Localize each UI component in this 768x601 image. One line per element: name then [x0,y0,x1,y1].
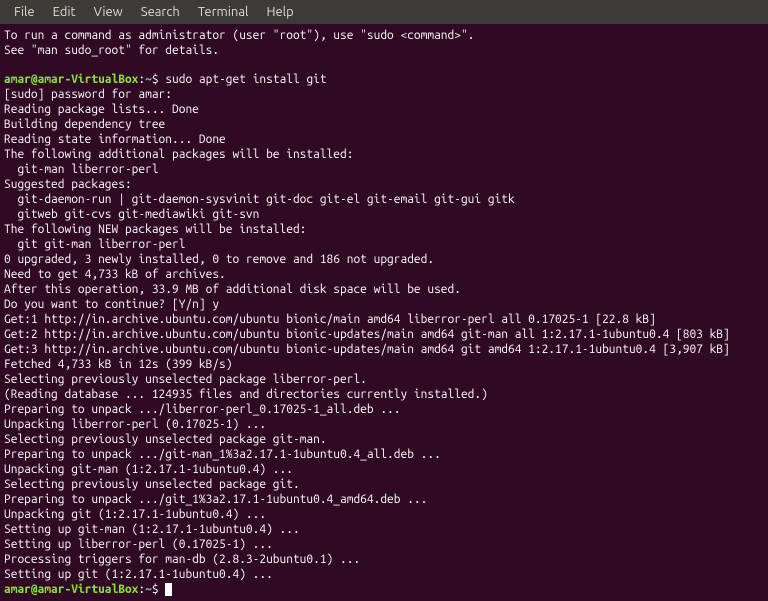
menubar: File Edit View Search Terminal Help [0,0,768,24]
output-line: git-man liberror-perl [4,162,764,177]
menu-file[interactable]: File [6,2,43,22]
output-line: The following NEW packages will be insta… [4,222,764,237]
terminal-output-area[interactable]: To run a command as administrator (user … [0,24,768,601]
prompt-dollar: $ [152,73,165,86]
output-line: Selecting previously unselected package … [4,477,764,492]
output-line: Preparing to unpack .../git_1%3a2.17.1-1… [4,492,764,507]
output-line: Preparing to unpack .../git-man_1%3a2.17… [4,447,764,462]
output-line: Preparing to unpack .../liberror-perl_0.… [4,402,764,417]
menu-view[interactable]: View [86,2,131,22]
output-line: To run a command as administrator (user … [4,28,764,43]
output-line: Fetched 4,733 kB in 12s (399 kB/s) [4,357,764,372]
output-line: 0 upgraded, 3 newly installed, 0 to remo… [4,252,764,267]
output-line: After this operation, 33.9 MB of additio… [4,282,764,297]
output-line: Get:3 http://in.archive.ubuntu.com/ubunt… [4,342,764,357]
menu-edit[interactable]: Edit [45,2,84,22]
output-line: Suggested packages: [4,177,764,192]
output-line: See "man sudo_root" for details. [4,43,764,58]
output-line: Get:1 http://in.archive.ubuntu.com/ubunt… [4,312,764,327]
output-line: Need to get 4,733 kB of archives. [4,267,764,282]
typed-command: sudo apt-get install git [165,73,326,86]
prompt-path: ~ [145,583,152,596]
output-line: (Reading database ... 124935 files and d… [4,387,764,402]
menu-help[interactable]: Help [258,2,301,22]
prompt-user-host: amar@amar-VirtualBox [4,73,138,86]
prompt-path: ~ [145,73,152,86]
output-line: Do you want to continue? [Y/n] y [4,297,764,312]
output-line: Unpacking git (1:2.17.1-1ubuntu0.4) ... [4,507,764,522]
output-line: Setting up git (1:2.17.1-1ubuntu0.4) ... [4,567,764,582]
output-line: Unpacking git-man (1:2.17.1-1ubuntu0.4) … [4,462,764,477]
output-line: Building dependency tree [4,117,764,132]
output-line: Get:2 http://in.archive.ubuntu.com/ubunt… [4,327,764,342]
prompt-dollar: $ [152,583,165,596]
menu-terminal[interactable]: Terminal [190,2,257,22]
prompt-line: amar@amar-VirtualBox:~$ sudo apt-get ins… [4,72,764,87]
prompt-user-host: amar@amar-VirtualBox [4,583,138,596]
output-line: git git-man liberror-perl [4,237,764,252]
output-line: gitweb git-cvs git-mediawiki git-svn [4,207,764,222]
output-line: Setting up liberror-perl (0.17025-1) ... [4,537,764,552]
prompt-line: amar@amar-VirtualBox:~$ [4,582,764,597]
output-line [4,58,764,72]
output-line: [sudo] password for amar: [4,87,764,102]
output-line: Selecting previously unselected package … [4,432,764,447]
prompt-colon: : [138,583,145,596]
output-line: Reading state information... Done [4,132,764,147]
output-line: The following additional packages will b… [4,147,764,162]
output-line: Processing triggers for man-db (2.8.3-2u… [4,552,764,567]
output-line: Unpacking liberror-perl (0.17025-1) ... [4,417,764,432]
output-line: Setting up git-man (1:2.17.1-1ubuntu0.4)… [4,522,764,537]
cursor [165,583,172,596]
output-line: Reading package lists... Done [4,102,764,117]
output-line: git-daemon-run | git-daemon-sysvinit git… [4,192,764,207]
output-line: Selecting previously unselected package … [4,372,764,387]
menu-search[interactable]: Search [133,2,188,22]
